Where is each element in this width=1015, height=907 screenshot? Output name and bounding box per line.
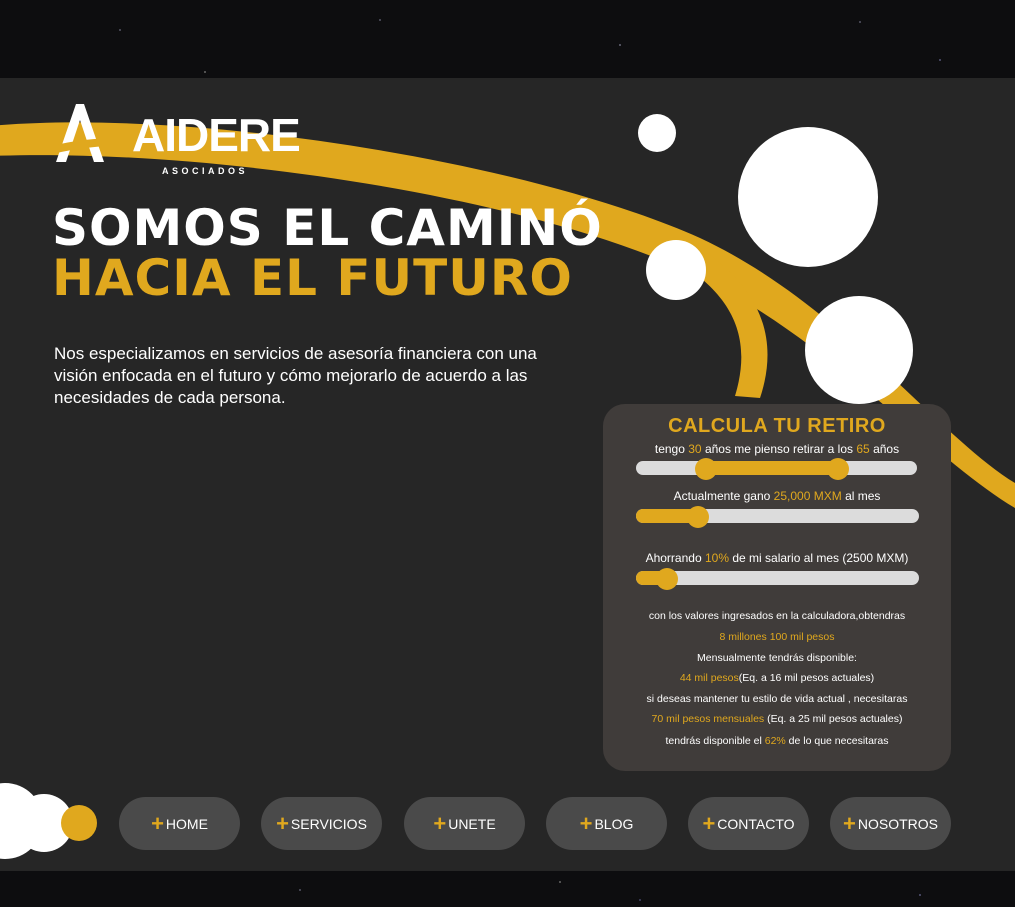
hero-heading-line2: HACIA EL FUTURO [52,249,573,307]
nav-home-button[interactable]: + HOME [119,797,240,850]
current-age-value: 30 [688,442,702,456]
salary-slider[interactable] [636,506,919,528]
coverage-prefix: tendrás disponible el [665,735,762,747]
age-middle-text: años me pienso retirar a los [704,442,854,456]
result-needed-note: (Eq. a 25 mil pesos actuales) [764,713,903,725]
hero-heading-line1: SOMOS EL CAMINÓ [52,199,603,257]
result-monthly: 44 mil pesos(Eq. a 16 mil pesos actuales… [603,672,951,684]
retirement-calculator: CALCULA TU RETIRO tengo 30 años me piens… [603,404,951,771]
nav-nosotros-button[interactable]: + NOSOTROS [830,797,951,850]
nav-blog-button[interactable]: + BLOG [546,797,667,850]
plus-icon: + [843,810,856,836]
nav-contacto-label: CONTACTO [717,815,795,832]
coverage-value: 62% [764,735,786,747]
nav-contacto-button[interactable]: + CONTACTO [688,797,809,850]
result-coverage: tendrás disponible el 62% de lo que nece… [603,735,951,747]
age-label: tengo 30 años me pienso retirar a los 65… [603,442,951,456]
salary-prefix: Actualmente gano [673,489,771,503]
plus-icon: + [276,810,289,836]
coverage-suffix: de lo que necesitaras [788,735,889,747]
result-needed-label: si deseas mantener tu estilo de vida act… [646,693,908,705]
saving-thumb[interactable] [655,568,678,590]
calculator-title: CALCULA TU RETIRO [668,415,886,437]
plus-icon: + [579,810,593,836]
nav-unete-label: UNETE [448,815,496,832]
salary-label: Actualmente gano 25,000 MXM al mes [603,489,951,503]
saving-slider-track[interactable] [636,571,919,585]
age-slider-fill [706,461,839,475]
result-total-value: 8 millones 100 mil pesos [719,631,835,643]
salary-thumb[interactable] [686,506,709,528]
current-age-thumb[interactable] [695,458,718,480]
hero-description: Nos especializamos en servicios de aseso… [54,344,537,407]
plus-icon: + [702,810,716,836]
nav-nosotros-label: NOSOTROS [857,815,938,832]
age-range-slider[interactable] [636,458,917,480]
brand-logo[interactable]: AIDERE ASOCIADOS [52,100,301,182]
saving-slider[interactable] [636,568,919,590]
plus-icon: + [433,810,447,836]
saving-value: 10% [704,551,729,565]
result-intro: con los valores ingresados en la calcula… [648,610,906,622]
saving-label: Ahorrando 10% de mi salario al mes (2500… [603,551,951,565]
plus-icon: + [151,810,164,836]
result-needed: 70 mil pesos mensuales (Eq. a 25 mil pes… [603,713,951,725]
saving-suffix: de mi salario al mes (2500 MXM) [732,551,909,565]
nav-servicios-button[interactable]: + SERVICIOS [261,797,382,850]
result-monthly-note: (Eq. a 16 mil pesos actuales) [738,672,875,684]
result-needed-value: 70 mil pesos mensuales [651,713,765,725]
retire-age-thumb[interactable] [827,458,850,480]
nav-home-label: HOME [165,815,208,832]
logo-subtitle: ASOCIADOS [162,166,249,176]
salary-suffix: al mes [845,489,881,503]
salary-value: 25,000 MXM [773,489,842,503]
result-total: 8 millones 100 mil pesos [603,631,951,643]
age-prefix: tengo [654,442,685,456]
nav-servicios-label: SERVICIOS [290,815,367,832]
nav-blog-label: BLOG [594,815,634,832]
nav-unete-button[interactable]: + UNETE [404,797,525,850]
age-suffix: años [873,442,900,456]
retire-age-value: 65 [856,442,870,456]
result-monthly-value: 44 mil pesos [679,672,739,684]
result-monthly-label: Mensualmente tendrás disponible: [697,652,857,664]
logo-mark-icon [52,104,142,162]
logo-wordmark: AIDERE [132,109,301,161]
saving-prefix: Ahorrando [645,551,702,565]
